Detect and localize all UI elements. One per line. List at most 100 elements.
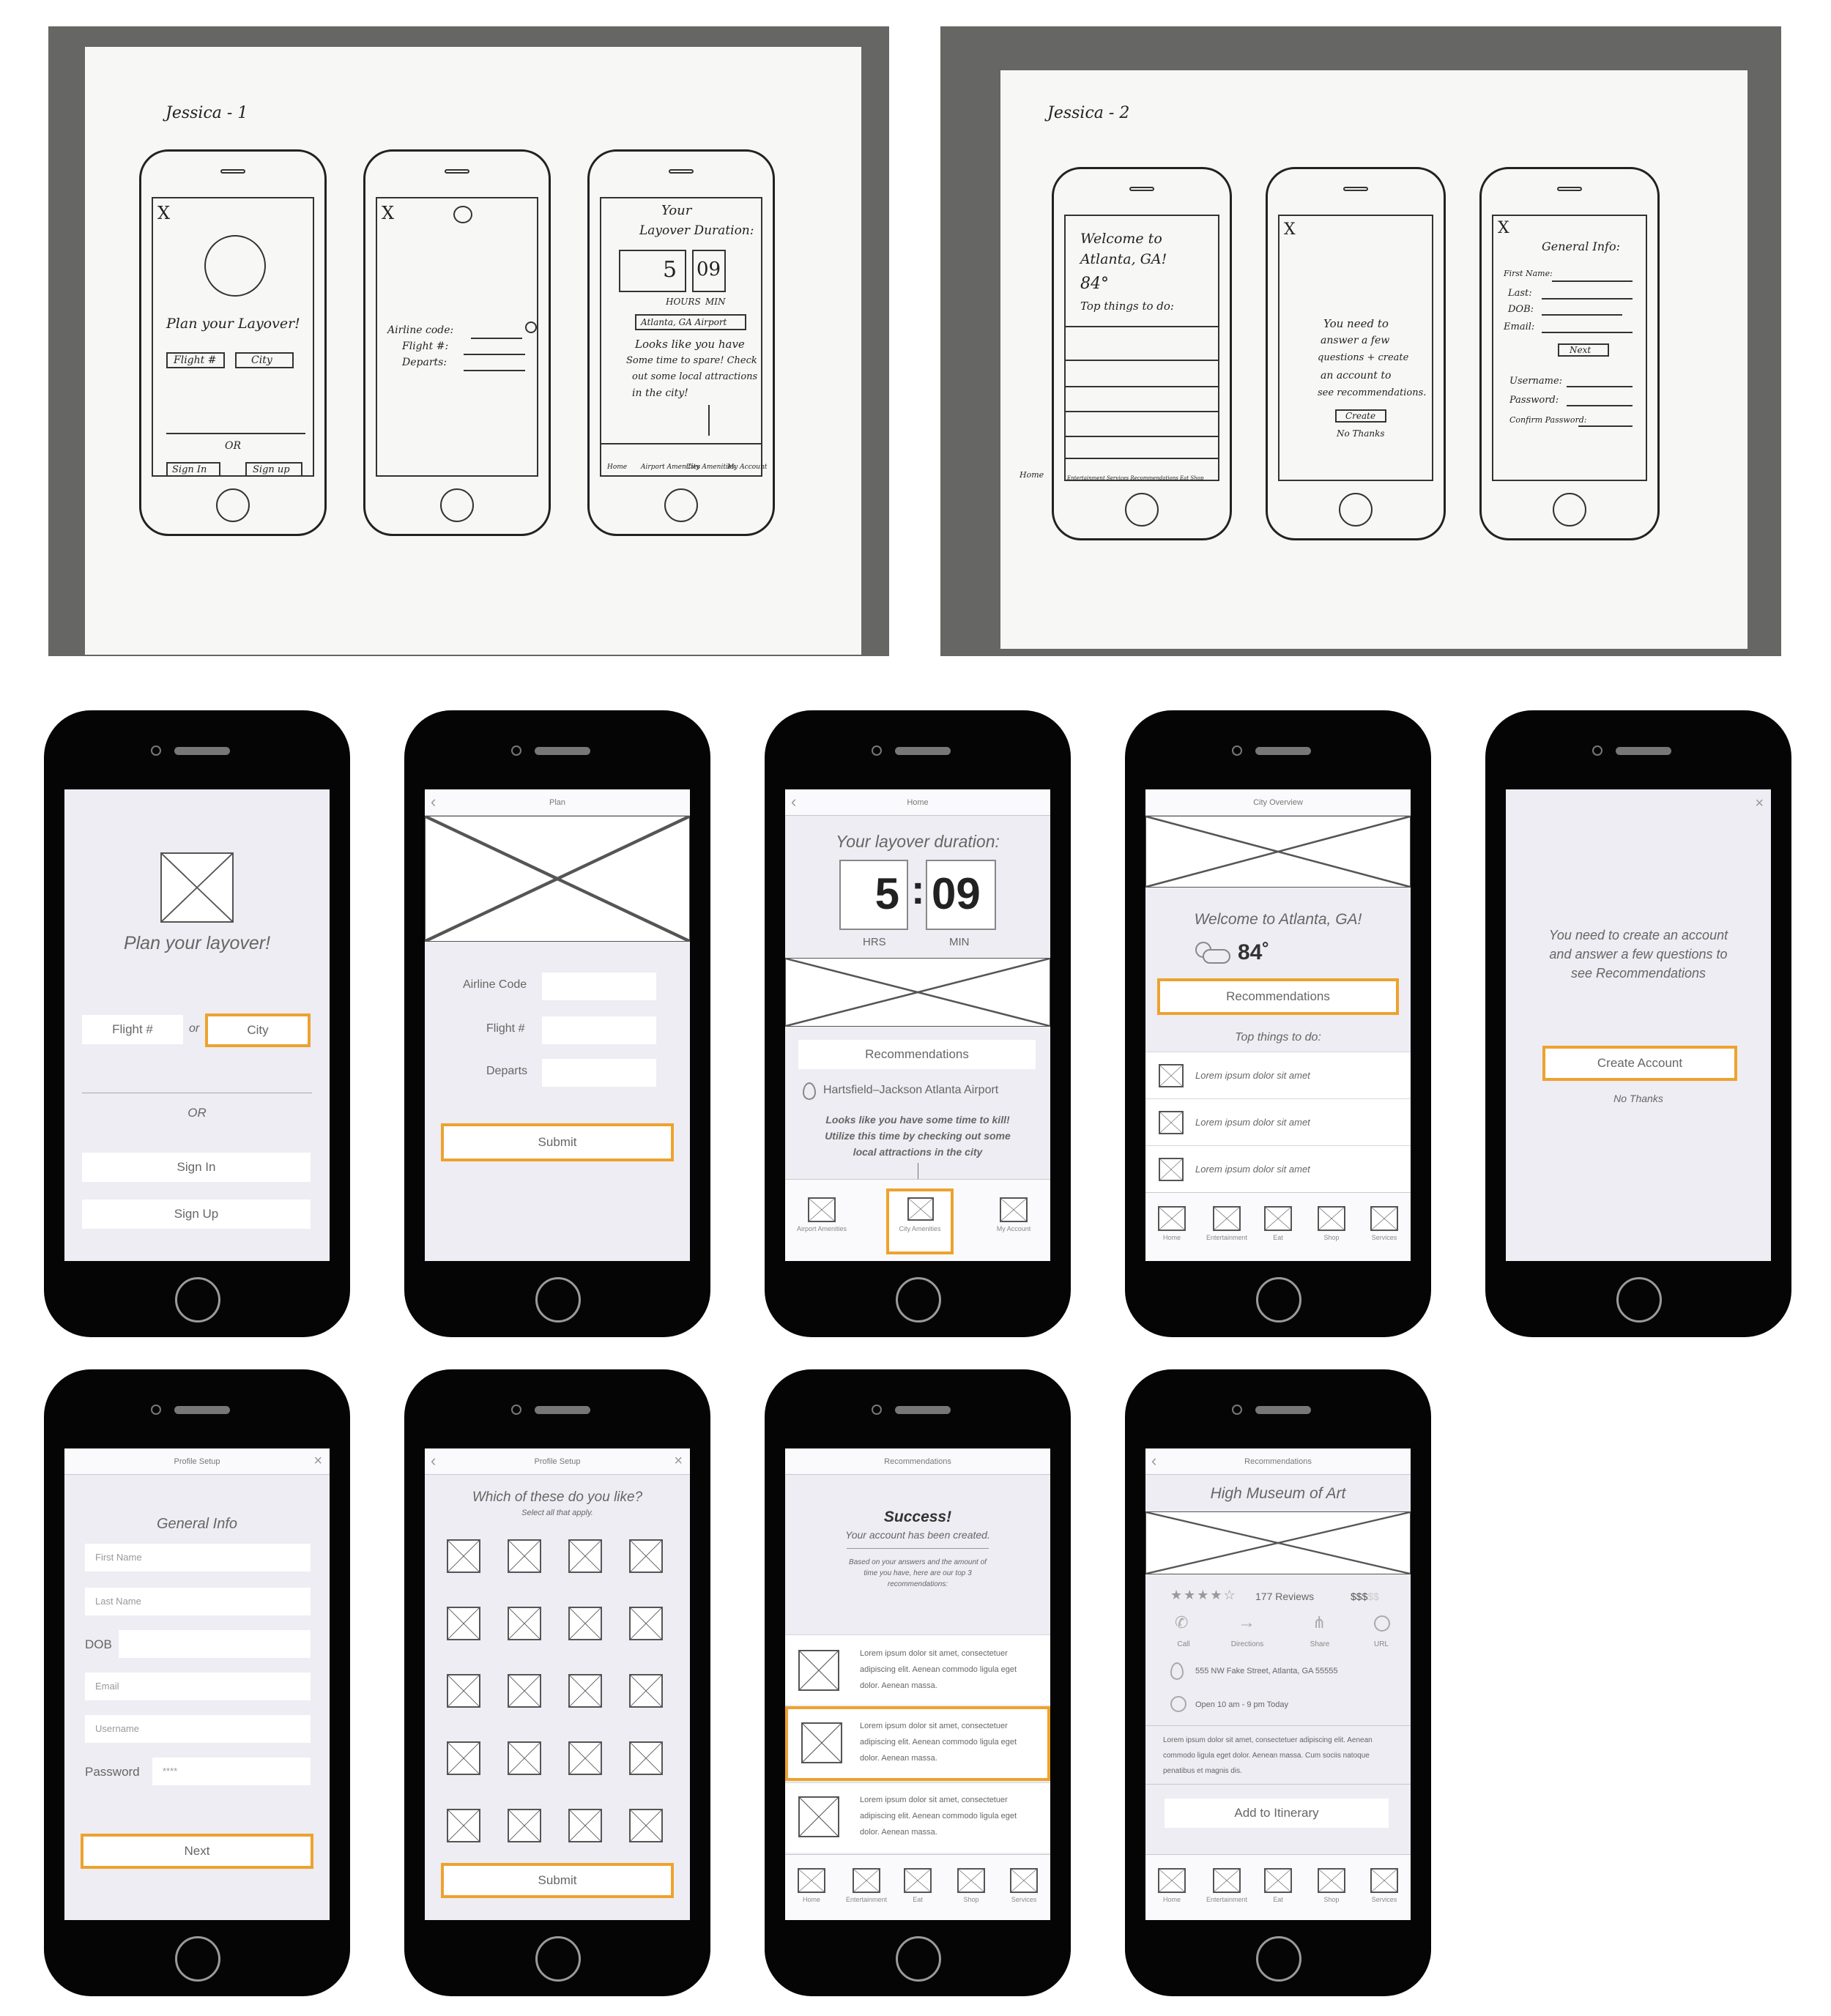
tab-entertainment[interactable]: Entertainment xyxy=(1201,1206,1252,1241)
tab-entertainment[interactable]: Entertainment xyxy=(841,1868,892,1903)
screen-recommendations-success: Recommendations Success! Your account ha… xyxy=(785,1448,1050,1920)
recommendation-item-selected[interactable]: Lorem ipsum dolor sit amet, consectetuer… xyxy=(785,1706,1050,1781)
tab-entertainment[interactable]: Entertainment xyxy=(1201,1868,1252,1903)
departs-field[interactable] xyxy=(542,1059,656,1087)
close-icon: X xyxy=(1284,220,1296,239)
share-icon[interactable]: ⋔ xyxy=(1312,1614,1326,1632)
first-label: First Name: xyxy=(1504,269,1553,278)
tab-eat[interactable]: Eat xyxy=(1258,1206,1299,1241)
add-to-itinerary-button[interactable]: Add to Itinerary xyxy=(1165,1799,1389,1828)
tab-shop[interactable]: Shop xyxy=(1311,1206,1352,1241)
sign-up-button[interactable]: Sign Up xyxy=(82,1199,311,1229)
interest-option[interactable] xyxy=(629,1539,663,1573)
interest-option[interactable] xyxy=(629,1741,663,1775)
sign-in-button[interactable]: Sign In xyxy=(82,1153,311,1182)
interest-option[interactable] xyxy=(447,1539,480,1573)
username-field[interactable]: Username xyxy=(85,1715,311,1743)
password-field[interactable]: **** xyxy=(152,1758,311,1785)
screen-home: ‹ Home Your layover duration: 5 : 09 HRS … xyxy=(785,789,1050,1261)
close-icon[interactable]: × xyxy=(1755,791,1764,816)
review-count[interactable]: 177 Reviews xyxy=(1255,1591,1314,1602)
camera-icon xyxy=(511,745,521,756)
flight-field[interactable] xyxy=(542,1016,656,1044)
tab-home[interactable]: Home xyxy=(1151,1868,1192,1903)
back-chevron-icon[interactable]: ‹ xyxy=(791,789,796,814)
submit-button[interactable]: Submit xyxy=(441,1123,674,1161)
nav-header: ‹ Recommendations xyxy=(1145,1448,1411,1475)
interest-option[interactable] xyxy=(508,1741,541,1775)
tab-shop[interactable]: Shop xyxy=(1311,1868,1352,1903)
interest-option[interactable] xyxy=(568,1809,602,1842)
interest-option[interactable] xyxy=(508,1809,541,1842)
screen-profile-setup-interests: ‹ Profile Setup × Which of these do you li… xyxy=(425,1448,690,1920)
tab-shop[interactable]: Shop xyxy=(951,1868,992,1903)
recommendation-item[interactable]: Lorem ipsum dolor sit amet, consectetuer… xyxy=(785,1782,1050,1853)
message-line: Looks like you have xyxy=(635,338,745,351)
recommendation-item[interactable]: Lorem ipsum dolor sit amet, consectetuer… xyxy=(785,1634,1050,1705)
phone-icon[interactable]: ✆ xyxy=(1175,1614,1192,1632)
departs-label: Departs: xyxy=(402,357,447,368)
interest-option[interactable] xyxy=(508,1539,541,1573)
camera-icon xyxy=(872,1405,882,1415)
interest-option[interactable] xyxy=(568,1607,602,1640)
tab-home[interactable]: Home xyxy=(1151,1206,1192,1241)
city-button[interactable]: City xyxy=(205,1013,311,1047)
temperature: 84˚ xyxy=(1238,940,1270,964)
nav-header: ‹ Plan xyxy=(425,789,690,816)
interest-option[interactable] xyxy=(508,1607,541,1640)
interest-option[interactable] xyxy=(629,1809,663,1842)
place-title: High Museum of Art xyxy=(1210,1485,1346,1502)
flight-number-button[interactable]: Flight # xyxy=(82,1015,183,1044)
image-placeholder xyxy=(453,206,472,223)
tab-services[interactable]: Services xyxy=(1364,1868,1405,1903)
tab-eat[interactable]: Eat xyxy=(1258,1868,1299,1903)
screen-recommendation-detail: ‹ Recommendations High Museum of Art ★★★★… xyxy=(1145,1448,1411,1920)
interest-option[interactable] xyxy=(508,1674,541,1708)
image-placeholder xyxy=(1145,1511,1411,1574)
tab-eat[interactable]: Eat xyxy=(897,1868,938,1903)
close-icon[interactable]: × xyxy=(313,1448,322,1473)
email-field[interactable]: Email xyxy=(85,1673,311,1700)
interest-option[interactable] xyxy=(568,1741,602,1775)
first-name-field[interactable]: First Name xyxy=(85,1544,311,1571)
tab-my-account[interactable]: My Account xyxy=(987,1197,1040,1232)
last-name-field[interactable]: Last Name xyxy=(85,1588,311,1615)
submit-button[interactable]: Submit xyxy=(441,1863,674,1898)
back-chevron-icon[interactable]: ‹ xyxy=(431,789,436,814)
tab-services[interactable]: Services xyxy=(1364,1206,1405,1241)
directions-icon[interactable]: → xyxy=(1238,1614,1255,1632)
sketch-phone: X General Info: First Name: Last: DOB: E… xyxy=(1479,167,1660,540)
interest-option[interactable] xyxy=(568,1674,602,1708)
airline-code-field[interactable] xyxy=(542,972,656,1000)
interest-option[interactable] xyxy=(447,1607,480,1640)
create-account-button[interactable]: Create Account xyxy=(1542,1046,1737,1081)
interest-option[interactable] xyxy=(447,1741,480,1775)
globe-icon[interactable] xyxy=(1374,1615,1390,1632)
recommendations-button[interactable]: Recommendations xyxy=(1157,978,1399,1015)
phone-frame: City Overview Welcome to Atlanta, GA! 84… xyxy=(1125,710,1431,1337)
back-chevron-icon[interactable]: ‹ xyxy=(1151,1448,1156,1473)
interest-option[interactable] xyxy=(447,1809,480,1842)
next-button[interactable]: Next xyxy=(81,1834,313,1869)
input-line xyxy=(1567,405,1633,406)
tab-city-amenities[interactable]: City Amenities xyxy=(886,1189,954,1254)
dob-field[interactable] xyxy=(119,1630,311,1658)
interest-option[interactable] xyxy=(568,1539,602,1573)
hours-box: 5 xyxy=(619,250,686,292)
list-line xyxy=(1066,326,1218,327)
message-line: an account to xyxy=(1321,370,1392,382)
message-line: answer a few xyxy=(1321,335,1390,346)
tab-airport-amenities[interactable]: Airport Amenities xyxy=(795,1197,848,1232)
interest-option[interactable] xyxy=(447,1674,480,1708)
tab-home[interactable]: Home xyxy=(791,1868,832,1903)
interest-option[interactable] xyxy=(629,1607,663,1640)
list-item[interactable]: Lorem ipsum dolor sit amet xyxy=(1145,1052,1411,1098)
list-item[interactable]: Lorem ipsum dolor sit amet xyxy=(1145,1098,1411,1145)
recommendations-button[interactable]: Recommendations xyxy=(798,1040,1036,1069)
list-item[interactable]: Lorem ipsum dolor sit amet xyxy=(1145,1145,1411,1192)
screen-plan-layover: Plan your layover! Flight # or City OR S… xyxy=(64,789,330,1261)
interest-option[interactable] xyxy=(629,1674,663,1708)
tab-services[interactable]: Services xyxy=(1003,1868,1044,1903)
tab-icon xyxy=(853,1868,880,1893)
no-thanks-link[interactable]: No Thanks xyxy=(1506,1093,1771,1104)
